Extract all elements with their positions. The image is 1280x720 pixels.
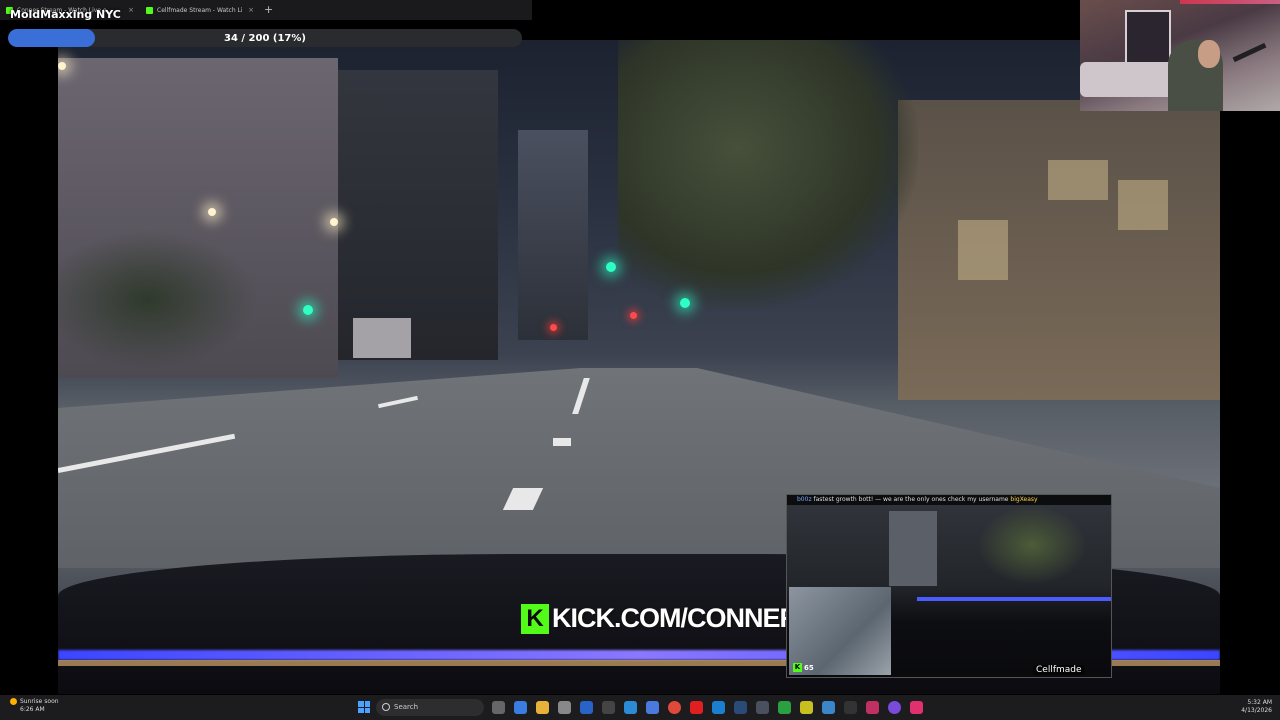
street-lamp [58,62,66,70]
youtube-icon[interactable] [690,701,703,714]
tiktok-icon[interactable] [910,701,923,714]
kick-favicon-icon [146,6,153,14]
search-icon [382,703,390,711]
pip-tree [977,505,1087,585]
pip-ambient-light [917,597,1111,601]
weather-title: Sunrise soon [20,698,59,705]
bed [1080,62,1175,97]
pip-streamer-tag: Cellfmade [1033,665,1085,675]
edge-icon[interactable] [514,701,527,714]
telegram-icon[interactable] [712,701,725,714]
windows-taskbar: Sunrise soon 6:26 AM Search 5:32 AM 4/13… [0,695,1280,720]
settings-icon[interactable] [646,701,659,714]
search-placeholder: Search [394,703,419,711]
kick-url: KICK.COM/CONNER [552,603,799,633]
pip-building [889,511,937,586]
app-icon[interactable] [866,701,879,714]
notes-icon[interactable] [800,701,813,714]
close-tab-icon[interactable]: × [248,6,254,14]
progress-bar: 34 / 200 (17%) [8,29,522,47]
kick-banner: K KICK.COM/CONNER [521,603,799,634]
microphone-arm [1232,42,1267,63]
pip-stream[interactable]: b00z fastest growth bott! — we are the o… [786,494,1112,678]
trees-right [618,40,918,310]
app-icon[interactable] [822,701,835,714]
led-strip [1180,0,1280,4]
traffic-light-green [303,305,313,315]
trees-left [58,230,258,370]
chrome-icon[interactable] [668,701,681,714]
weather-widget[interactable]: Sunrise soon 6:26 AM [10,698,59,714]
kick-logo-icon: K [793,663,802,672]
stream-title: MoldMaxxing NYC [10,8,121,21]
room-door [1125,10,1171,64]
browser-tab-cellfmade[interactable]: Cellfmade Stream - Watch Li × [140,2,260,18]
code-icon[interactable] [844,701,857,714]
facebook-icon[interactable] [580,701,593,714]
chat-username: b00z [797,496,812,503]
obs-icon[interactable] [888,701,901,714]
new-tab-button[interactable]: + [264,2,273,18]
tail-light [630,312,637,319]
building-right [898,100,1220,400]
chat-message: fastest growth bott! — we are the only o… [813,496,1009,503]
street-lamp [208,208,216,216]
street-lamp [330,218,338,226]
browser-icon[interactable] [624,701,637,714]
task-view-icon[interactable] [492,701,505,714]
pip-chat-bar: b00z fastest growth bott! — we are the o… [787,495,1111,505]
xbox-icon[interactable] [778,701,791,714]
building-center [518,130,588,340]
clock-time: 5:32 AM [1247,699,1272,706]
system-clock[interactable]: 5:32 AM 4/13/2026 [1238,699,1272,715]
pip-car-screen [789,587,891,675]
store-icon[interactable] [558,701,571,714]
building-left-dark [338,70,498,360]
streamer-head [1198,40,1220,68]
amazon-icon[interactable] [602,701,615,714]
traffic-light-green [680,298,690,308]
kick-logo-icon: K [521,603,549,634]
close-tab-icon[interactable]: × [128,6,134,14]
app-icon[interactable] [756,701,769,714]
progress-label: 34 / 200 (17%) [224,32,306,44]
chat-username: bigXeasy [1010,496,1038,503]
taskbar-search[interactable]: Search [376,699,484,716]
clock-date: 4/13/2026 [1241,707,1272,714]
windows-start-icon[interactable] [358,701,370,713]
steam-icon[interactable] [734,701,747,714]
viewer-count: 65 [804,663,814,672]
truck [353,318,411,358]
weather-time: 6:26 AM [20,706,45,713]
tab-label: Cellfmade Stream - Watch Li [157,6,243,14]
streamer-webcam [1080,0,1280,111]
traffic-light-green [606,262,616,272]
file-explorer-icon[interactable] [536,701,549,714]
sun-icon [10,698,17,705]
tail-light [550,324,557,331]
pip-viewers: K 65 [793,663,814,672]
